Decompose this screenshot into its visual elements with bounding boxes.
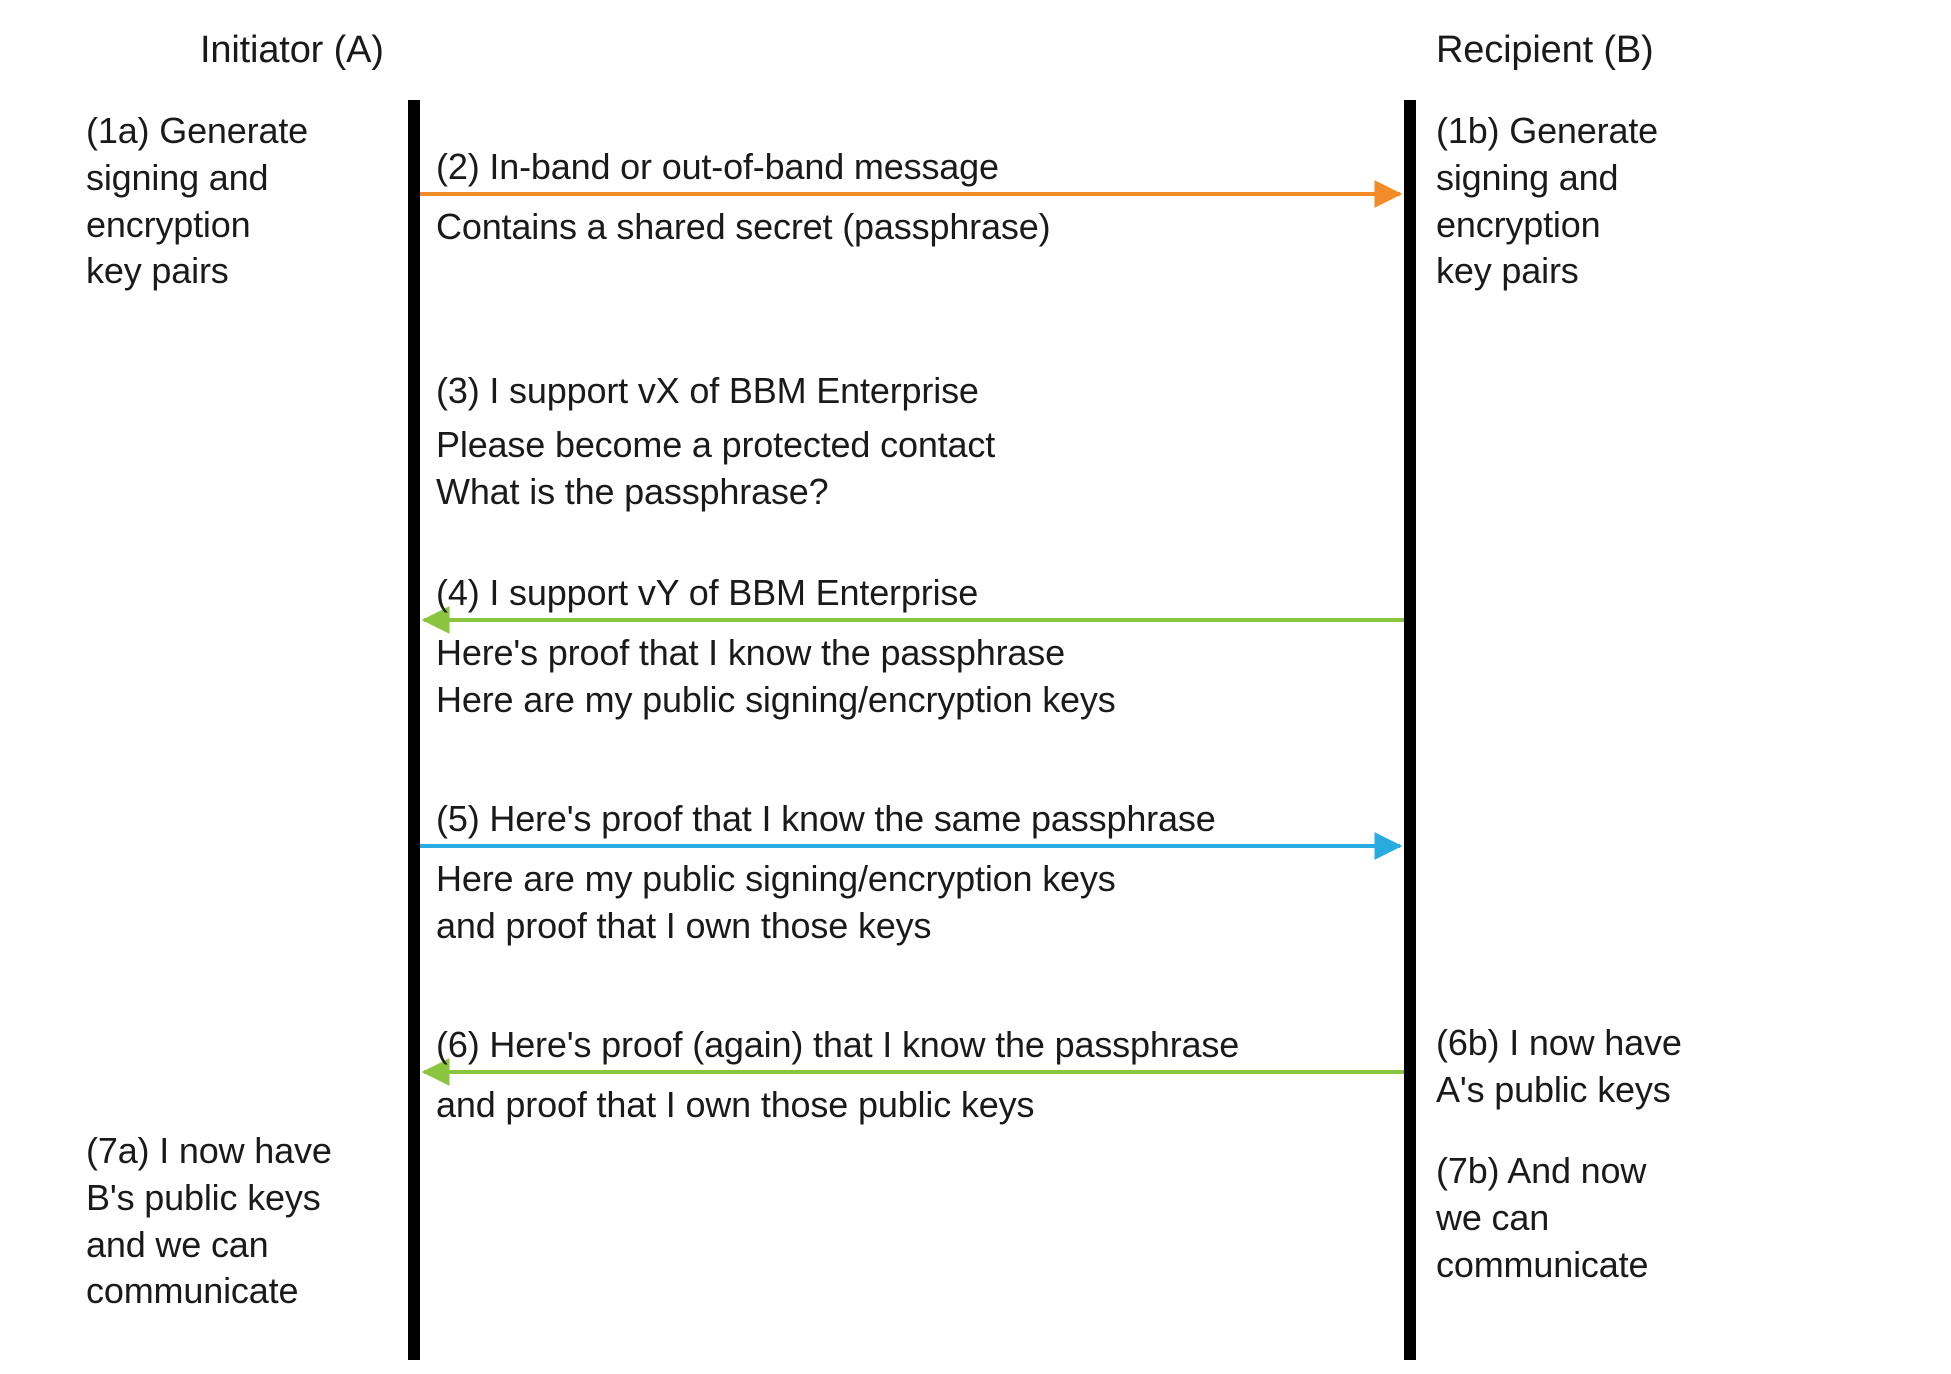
msg-2-above: (2) In-band or out-of-band message — [436, 144, 999, 191]
msg-6-below: and proof that I own those public keys — [436, 1082, 1034, 1129]
msg-2-below: Contains a shared secret (passphrase) — [436, 204, 1050, 251]
msg-4-above: (4) I support vY of BBM Enterprise — [436, 570, 978, 617]
msg-4-below: Here's proof that I know the passphrase … — [436, 630, 1116, 724]
msg-6-above: (6) Here's proof (again) that I know the… — [436, 1022, 1239, 1069]
msg-3-below: Please become a protected contact What i… — [436, 422, 995, 516]
msg-5-above: (5) Here's proof that I know the same pa… — [436, 796, 1216, 843]
msg-5-below: Here are my public signing/encryption ke… — [436, 856, 1116, 950]
msg-3-above: (3) I support vX of BBM Enterprise — [436, 368, 979, 415]
sequence-diagram: Initiator (A) Recipient (B) (1a) Generat… — [0, 0, 1951, 1374]
